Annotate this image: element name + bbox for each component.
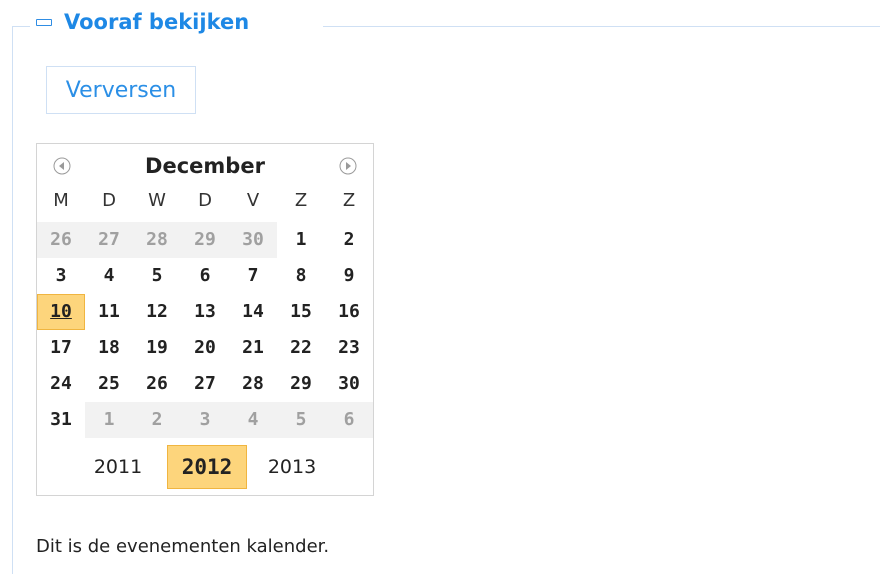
calendar-day[interactable]: 23 (325, 330, 373, 366)
year-selector: 2011 2012 2013 (37, 444, 373, 490)
calendar-day[interactable]: 22 (277, 330, 325, 366)
calendar-day[interactable]: 30 (229, 222, 277, 258)
calendar-day[interactable]: 9 (325, 258, 373, 294)
calendar-day[interactable]: 18 (85, 330, 133, 366)
calendar-day[interactable]: 31 (37, 402, 85, 438)
description-text: Dit is de evenementen kalender. (36, 536, 330, 557)
calendar-month: December (145, 154, 265, 178)
minus-box-icon[interactable] (36, 17, 52, 27)
weekday-label: D (198, 190, 212, 211)
calendar-day[interactable]: 27 (181, 366, 229, 402)
calendar-day[interactable]: 5 (277, 402, 325, 438)
calendar-day[interactable]: 28 (229, 366, 277, 402)
calendar-day[interactable]: 29 (181, 222, 229, 258)
calendar-day[interactable]: 17 (37, 330, 85, 366)
calendar-day[interactable]: 29 (277, 366, 325, 402)
next-month-button[interactable] (338, 156, 358, 176)
calendar-day-today[interactable]: 10 (37, 294, 85, 330)
calendar: December MDWDVZZ 26 27 28 29 30 1 2 3 4 5 6 7 8 9 10 11… (36, 143, 374, 496)
weekday-row: MDWDVZZ (37, 190, 373, 220)
calendar-day[interactable]: 14 (229, 294, 277, 330)
calendar-day[interactable]: 1 (277, 222, 325, 258)
year-option[interactable]: 2013 (263, 445, 321, 489)
refresh-button[interactable]: Verversen (46, 66, 196, 114)
calendar-day[interactable]: 26 (133, 366, 181, 402)
calendar-day[interactable]: 28 (133, 222, 181, 258)
calendar-header: December (37, 144, 373, 188)
panel-frame-top-right (323, 26, 880, 27)
calendar-day[interactable]: 12 (133, 294, 181, 330)
calendar-day[interactable]: 2 (325, 222, 373, 258)
calendar-day[interactable]: 4 (85, 258, 133, 294)
calendar-day[interactable]: 2 (133, 402, 181, 438)
panel-title[interactable]: Vooraf bekijken (64, 10, 249, 34)
calendar-day[interactable]: 26 (37, 222, 85, 258)
weekday-label: Z (342, 190, 356, 211)
calendar-day[interactable]: 6 (325, 402, 373, 438)
calendar-day[interactable]: 6 (181, 258, 229, 294)
weekday-label: V (246, 190, 260, 211)
calendar-day[interactable]: 19 (133, 330, 181, 366)
weekday-label: Z (294, 190, 308, 211)
calendar-day[interactable]: 3 (37, 258, 85, 294)
weekday-label: W (148, 190, 166, 211)
calendar-day[interactable]: 25 (85, 366, 133, 402)
circle-arrow-left-icon (53, 157, 71, 175)
year-option[interactable]: 2011 (89, 445, 147, 489)
calendar-day[interactable]: 20 (181, 330, 229, 366)
calendar-day[interactable]: 30 (325, 366, 373, 402)
previous-month-button[interactable] (52, 156, 72, 176)
calendar-day[interactable]: 8 (277, 258, 325, 294)
calendar-day[interactable]: 27 (85, 222, 133, 258)
panel-legend[interactable]: Vooraf bekijken (36, 6, 249, 38)
calendar-day[interactable]: 5 (133, 258, 181, 294)
calendar-day[interactable]: 16 (325, 294, 373, 330)
calendar-day[interactable]: 11 (85, 294, 133, 330)
weekday-label: M (53, 190, 69, 211)
year-option-selected[interactable]: 2012 (167, 445, 247, 489)
day-grid: 26 27 28 29 30 1 2 3 4 5 6 7 8 9 10 11 12 13 14 15 16 17 18 19 2… (37, 222, 373, 438)
calendar-day[interactable]: 3 (181, 402, 229, 438)
panel-frame-top (12, 26, 30, 27)
calendar-day[interactable]: 7 (229, 258, 277, 294)
calendar-day[interactable]: 1 (85, 402, 133, 438)
weekday-label: D (102, 190, 116, 211)
panel-frame-left (12, 26, 13, 574)
calendar-day[interactable]: 13 (181, 294, 229, 330)
circle-arrow-right-icon (339, 157, 357, 175)
calendar-day[interactable]: 4 (229, 402, 277, 438)
calendar-day[interactable]: 21 (229, 330, 277, 366)
calendar-day[interactable]: 24 (37, 366, 85, 402)
calendar-day[interactable]: 15 (277, 294, 325, 330)
